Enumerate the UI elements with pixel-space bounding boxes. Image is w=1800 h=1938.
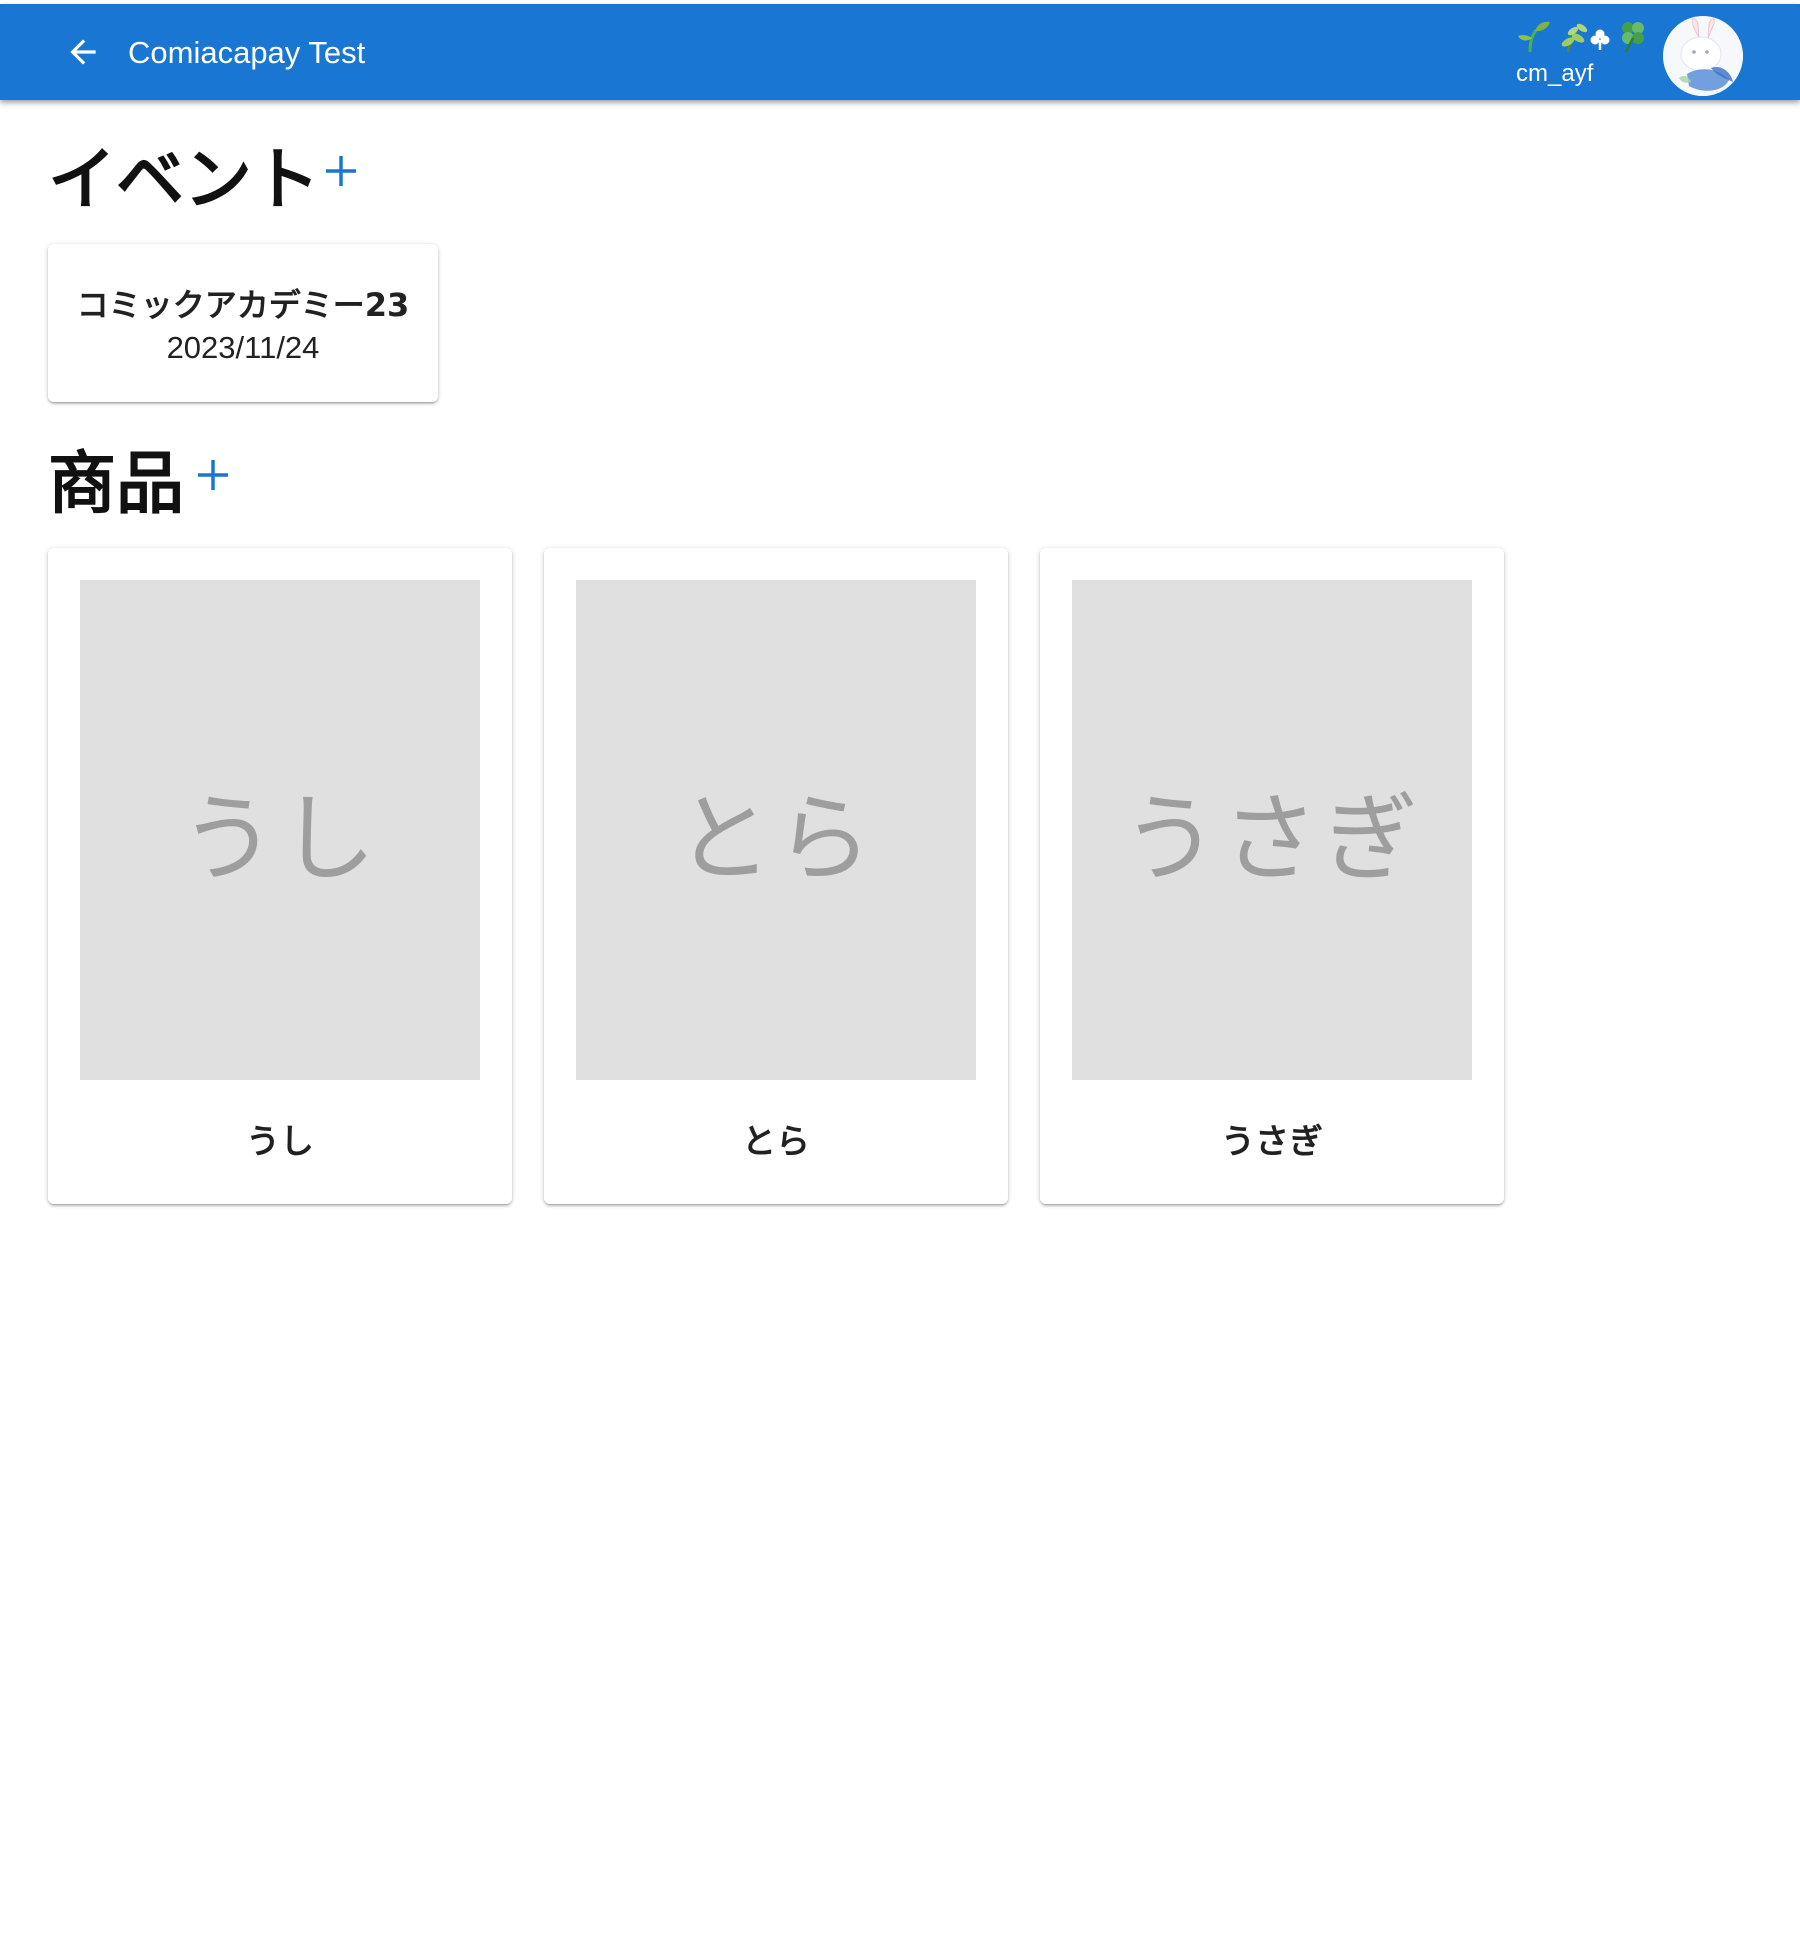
product-name: とら (742, 1122, 810, 1162)
product-image-placeholder-text: うさぎ (1122, 782, 1422, 895)
product-card[interactable]: うし うし (48, 548, 512, 1204)
app-bar: Comiacapay Test cm_ayf (0, 4, 1800, 100)
plus-icon (326, 156, 356, 186)
products-heading: 商品 (48, 445, 185, 524)
events-heading: イベント (48, 141, 321, 220)
plant-emoji-decoration-icon (1518, 21, 1644, 53)
add-product-button[interactable] (190, 452, 236, 498)
app-title: Comiacapay Test (128, 35, 366, 70)
product-name: うさぎ (1221, 1122, 1323, 1162)
user-avatar[interactable] (1663, 16, 1743, 96)
product-image-placeholder-text: とら (676, 782, 876, 895)
event-date: 2023/11/24 (166, 330, 320, 365)
event-card[interactable]: コミックアカデミー23 2023/11/24 (48, 244, 438, 402)
plus-icon (198, 460, 228, 490)
product-image-placeholder: とら (576, 580, 976, 1080)
event-name: コミックアカデミー23 (76, 286, 410, 324)
arrow-back-icon (70, 39, 96, 65)
product-name: うし (246, 1122, 314, 1162)
product-card[interactable]: とら とら (544, 548, 1008, 1204)
product-card[interactable]: うさぎ うさぎ (1040, 548, 1504, 1204)
product-image-placeholder: うし (80, 580, 480, 1080)
rabbit-avatar-icon (1663, 16, 1743, 96)
product-image-placeholder-text: うし (180, 782, 380, 895)
product-image-placeholder: うさぎ (1072, 580, 1472, 1080)
user-name: cm_ayf (1516, 60, 1594, 87)
back-button[interactable] (62, 31, 104, 73)
add-event-button[interactable] (318, 148, 364, 194)
